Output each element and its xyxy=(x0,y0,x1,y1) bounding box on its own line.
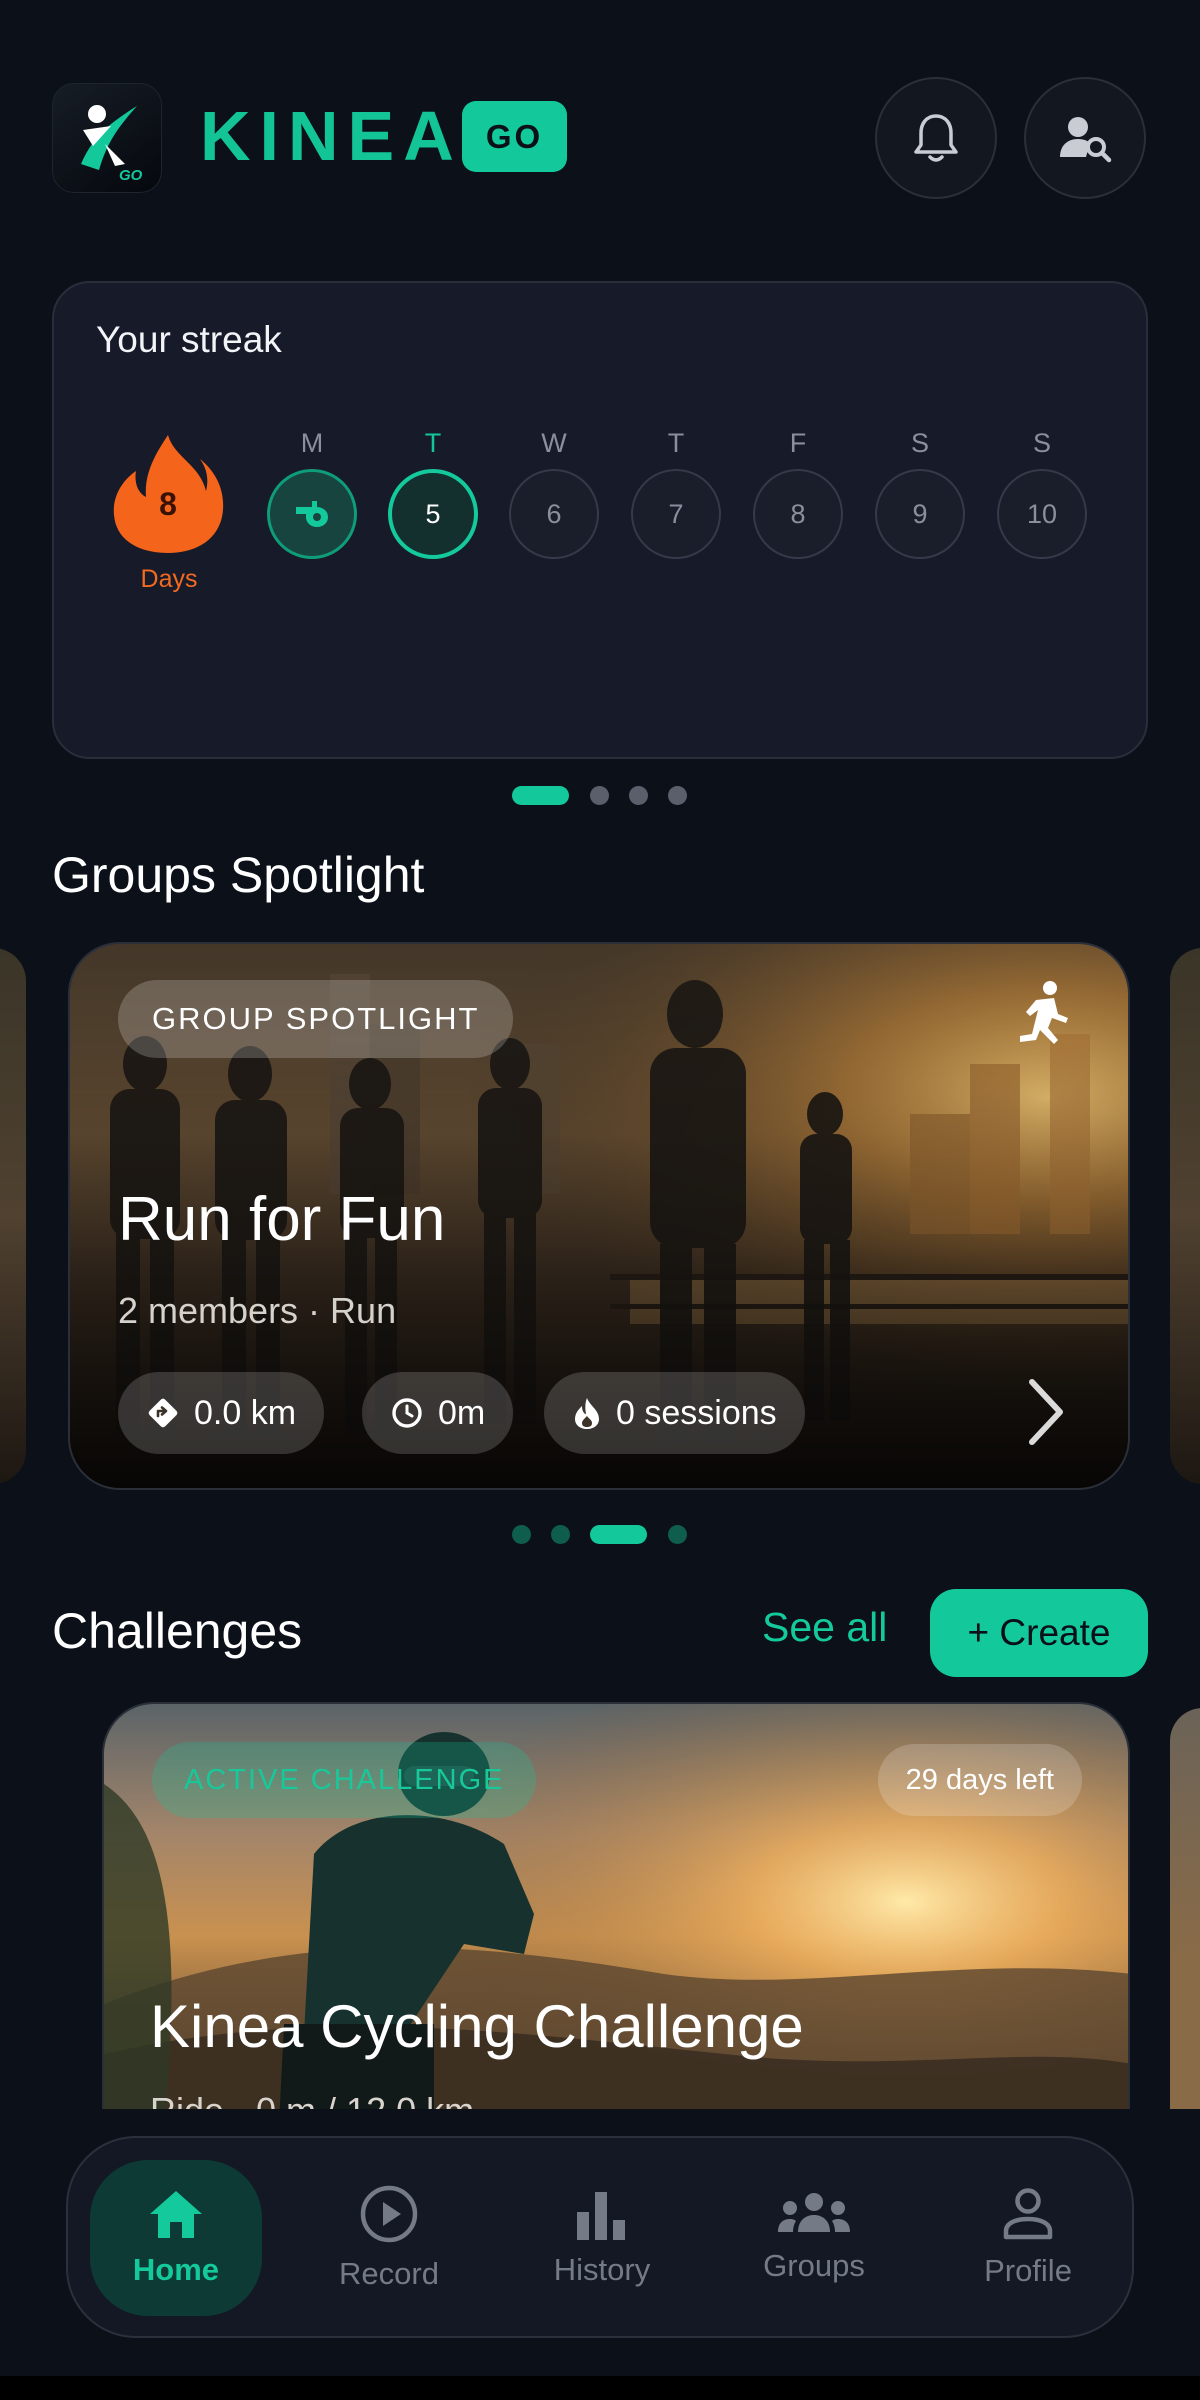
go-badge: GO xyxy=(462,101,567,172)
day-thursday[interactable]: T 7 xyxy=(630,427,722,559)
nav-record[interactable]: Record xyxy=(303,2160,475,2316)
challenge-card[interactable]: ACTIVE CHALLENGE 29 days left Kinea Cycl… xyxy=(102,1702,1130,2109)
distance-value: 0.0 km xyxy=(194,1393,297,1432)
days-left-badge: 29 days left xyxy=(877,1744,1082,1816)
nav-groups[interactable]: Groups xyxy=(728,2160,900,2316)
day-tuesday[interactable]: T 5 xyxy=(387,427,479,559)
nav-label: Profile xyxy=(984,2253,1072,2288)
user-search-icon xyxy=(1060,117,1112,163)
nav-home[interactable]: Home xyxy=(90,2160,262,2316)
pager-dot[interactable] xyxy=(629,786,648,805)
sessions-stat: 0 sessions xyxy=(544,1372,805,1454)
create-challenge-button[interactable]: + Create xyxy=(930,1589,1148,1677)
time-value: 0m xyxy=(438,1393,486,1432)
active-challenge-tag: ACTIVE CHALLENGE xyxy=(152,1742,537,1818)
day-monday[interactable]: M xyxy=(266,427,358,559)
day-letter: M xyxy=(300,428,324,458)
chevron-right-icon[interactable] xyxy=(1024,1376,1068,1448)
brand-name: KINEA xyxy=(200,97,463,175)
streak-card[interactable]: Your streak 8 Days M T 5 W 6 T 7 F 8 S 9… xyxy=(52,281,1148,759)
day-friday[interactable]: F 8 xyxy=(752,427,844,559)
group-spotlight-card[interactable]: GROUP SPOTLIGHT Run for Fun 2 members · … xyxy=(68,942,1130,1490)
pager-dot[interactable] xyxy=(551,1525,570,1544)
runner-logo-icon: GO xyxy=(81,105,143,184)
day-number: 8 xyxy=(753,469,843,559)
day-letter: S xyxy=(1032,428,1051,458)
nav-history[interactable]: History xyxy=(516,2160,688,2316)
play-circle-icon xyxy=(360,2185,418,2243)
previous-group-card[interactable] xyxy=(0,948,26,1484)
system-gesture-bar xyxy=(0,2376,1200,2400)
see-all-link[interactable]: See all xyxy=(762,1604,887,1651)
pager-dot[interactable] xyxy=(590,786,609,805)
group-icon xyxy=(778,2193,850,2232)
nav-label: Groups xyxy=(763,2248,865,2283)
groups-pager-dots[interactable] xyxy=(512,1525,692,1545)
day-letter: S xyxy=(910,428,929,458)
pager-dot[interactable] xyxy=(668,1525,687,1544)
nav-label: History xyxy=(553,2252,651,2287)
streak-count-label: Days xyxy=(140,565,198,593)
person-icon xyxy=(1003,2188,1053,2240)
day-wednesday[interactable]: W 6 xyxy=(508,427,600,559)
challenges-carousel: ACTIVE CHALLENGE 29 days left Kinea Cycl… xyxy=(0,1700,1200,2109)
svg-text:GO: GO xyxy=(119,167,143,184)
challenge-name: Kinea Cycling Challenge xyxy=(150,1993,804,2060)
day-done-circle xyxy=(267,469,357,559)
groups-section-title: Groups Spotlight xyxy=(52,847,425,903)
day-number: 9 xyxy=(875,469,965,559)
day-number: 10 xyxy=(997,469,1087,559)
next-challenge-card[interactable] xyxy=(1170,1708,1200,2109)
bar-chart-icon xyxy=(577,2192,625,2240)
day-letter: W xyxy=(541,428,567,458)
day-letter: T xyxy=(667,428,685,458)
app-header: GO KINEA GO xyxy=(0,0,1200,240)
home-icon xyxy=(150,2191,202,2238)
bell-icon xyxy=(914,114,958,162)
next-group-card[interactable] xyxy=(1170,948,1200,1484)
notifications-button[interactable] xyxy=(875,77,997,199)
streak-count: 8 xyxy=(159,486,177,522)
app-logo[interactable]: GO xyxy=(52,83,162,193)
group-name: Run for Fun xyxy=(118,1185,446,1254)
day-sunday[interactable]: S 10 xyxy=(996,427,1088,559)
route-icon xyxy=(148,1398,178,1428)
day-saturday[interactable]: S 9 xyxy=(874,427,966,559)
nav-profile[interactable]: Profile xyxy=(942,2160,1114,2316)
pager-dot[interactable] xyxy=(668,786,687,805)
day-number: 5 xyxy=(388,469,478,559)
challenges-section-title: Challenges xyxy=(52,1603,303,1659)
pager-dot[interactable] xyxy=(512,1525,531,1544)
nav-label: Home xyxy=(132,2252,220,2287)
running-person-icon xyxy=(1020,981,1068,1044)
pager-dot-active[interactable] xyxy=(590,1525,647,1544)
flame-icon xyxy=(575,1398,599,1429)
find-people-button[interactable] xyxy=(1024,77,1146,199)
day-number: 6 xyxy=(509,469,599,559)
nav-label: Record xyxy=(339,2256,439,2291)
day-letter: T xyxy=(424,428,442,458)
time-stat: 0m xyxy=(362,1372,514,1454)
challenge-meta: Ride · 0 m / 12.0 km xyxy=(150,2090,474,2109)
sessions-value: 0 sessions xyxy=(616,1393,777,1432)
streak-pager-dots[interactable] xyxy=(512,786,692,806)
bottom-navigation: Home Record History Groups Profile xyxy=(66,2136,1134,2338)
group-spotlight-tag: GROUP SPOTLIGHT xyxy=(118,980,514,1058)
whistle-icon xyxy=(296,501,328,527)
day-letter: F xyxy=(789,428,807,458)
day-number: 7 xyxy=(631,469,721,559)
pager-dot-active[interactable] xyxy=(512,786,569,805)
streak-title: Your streak xyxy=(96,319,282,360)
group-meta: 2 members · Run xyxy=(118,1290,397,1331)
clock-icon xyxy=(392,1398,422,1428)
distance-stat: 0.0 km xyxy=(118,1372,325,1454)
